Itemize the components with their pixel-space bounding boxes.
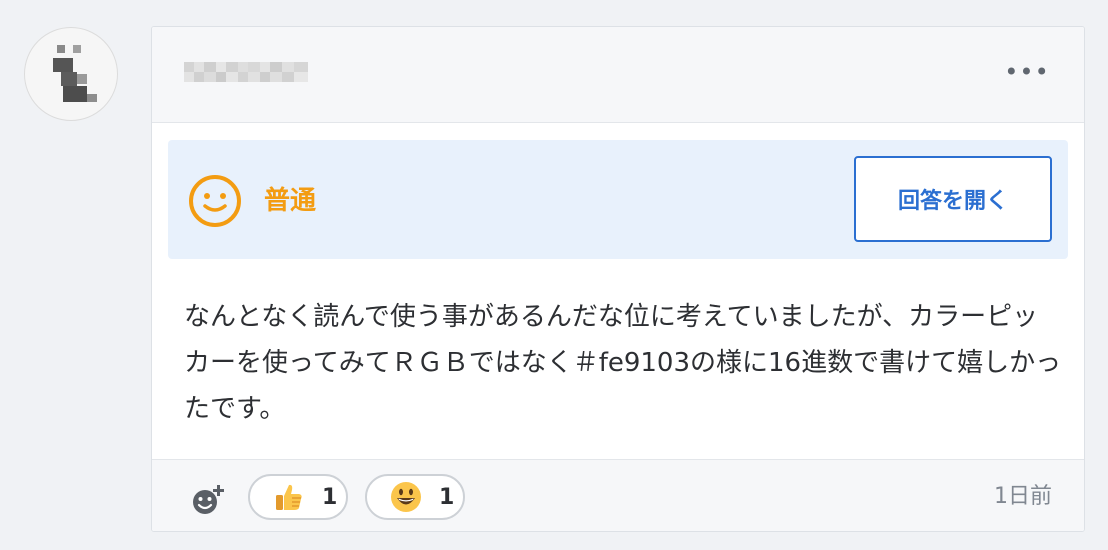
reaction-count: 1 [439,484,455,510]
open-answer-button[interactable]: 回答を開く [854,156,1052,242]
reaction-thumbs-up[interactable]: 1 [248,474,348,520]
ellipsis-icon: ••• [1004,58,1050,86]
difficulty-label: 普通 [264,186,317,216]
user-avatar[interactable] [24,27,118,121]
comment-card: ••• 普通 回答を開く なんとなく読んで使う事があるんだな位に考えていましたが… [151,26,1085,532]
comment-text: なんとなく読んで使う事があるんだな位に考えていましたが、カラーピッカーを使ってみ… [184,302,1062,424]
grinning-face-icon [391,482,421,512]
thumbs-up-icon [276,484,302,510]
reaction-grinning-face[interactable]: 1 [365,474,465,520]
add-reaction-icon[interactable] [190,482,226,518]
more-options-button[interactable]: ••• [1004,57,1050,87]
comment-header: ••• [152,27,1084,123]
reaction-count: 1 [322,484,338,510]
smiley-face-icon [189,175,241,227]
comment-footer: 1 1 1日前 [152,459,1084,531]
difficulty-panel: 普通 回答を開く [168,140,1068,259]
avatar-identicon-icon [53,45,97,102]
username-redacted [184,62,308,82]
comment-timestamp: 1日前 [994,484,1052,509]
